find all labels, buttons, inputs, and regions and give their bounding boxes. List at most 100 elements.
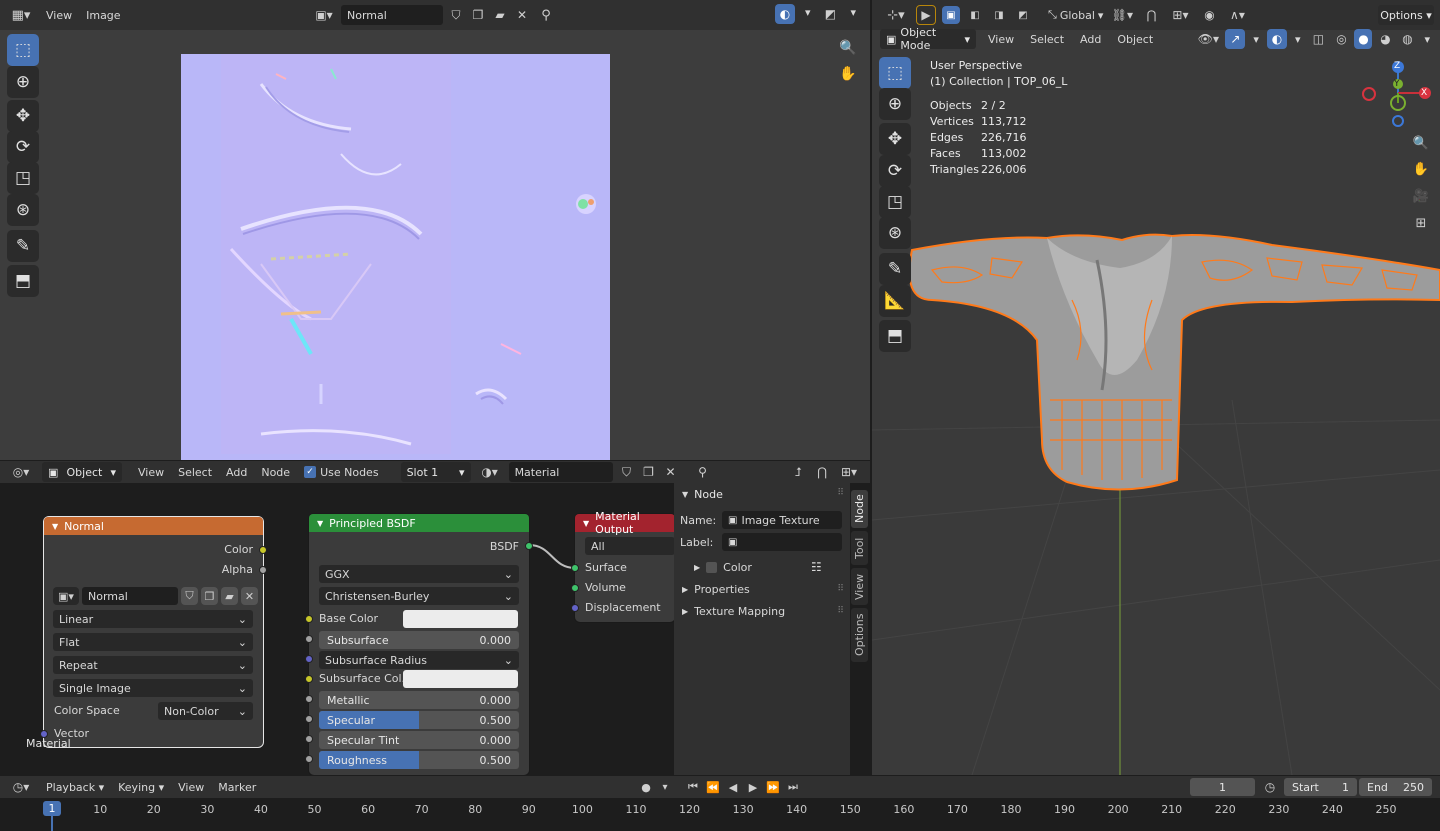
- timeline-menu-keying[interactable]: Keying ▾: [114, 779, 168, 796]
- extension-dropdown[interactable]: Repeat ⌄: [53, 656, 253, 674]
- output-bsdf-socket[interactable]: [525, 542, 533, 550]
- timeline-menu-marker[interactable]: Marker: [214, 779, 260, 796]
- node-label-field[interactable]: ▣: [722, 533, 842, 551]
- timeline-menu-playback[interactable]: Playback ▾: [42, 779, 108, 796]
- record-keyframe-icon[interactable]: ●: [636, 777, 656, 797]
- vp-measure-tool-icon[interactable]: 📐: [879, 285, 911, 317]
- timeline-editor-type-icon[interactable]: ◷▾: [6, 777, 36, 797]
- overlay-dropdown-icon[interactable]: ▾: [801, 4, 815, 24]
- gizmo-label-x[interactable]: X: [1421, 88, 1427, 98]
- channels-dropdown-icon[interactable]: ▾: [846, 4, 860, 24]
- node-unlink-icon[interactable]: ✕: [241, 587, 258, 605]
- material-output-node[interactable]: ▼ Material Output All Surface Volume Disp…: [571, 510, 675, 622]
- vp-rotate-tool-icon[interactable]: ⟳: [879, 155, 911, 187]
- node-image-name-field[interactable]: Normal: [82, 587, 178, 605]
- pin-icon[interactable]: ⚲: [535, 5, 557, 25]
- open-folder-icon[interactable]: ▰: [491, 5, 509, 25]
- duplicate-icon[interactable]: ❐: [469, 5, 487, 25]
- input-socket-specular[interactable]: [305, 715, 313, 723]
- input-socket-subsurface-color[interactable]: [305, 675, 313, 683]
- base-color-swatch[interactable]: [403, 610, 518, 628]
- pan-hand-icon[interactable]: ✋: [836, 62, 860, 86]
- tab-view[interactable]: View: [851, 568, 868, 605]
- color-subpanel[interactable]: ▶ Color: [694, 561, 752, 574]
- collapse-arrow-icon[interactable]: ▼: [317, 519, 323, 528]
- fake-user-shield-icon[interactable]: ⛉: [447, 5, 465, 25]
- metallic-slider[interactable]: Metallic 0.000: [319, 691, 519, 709]
- cursor-tool-icon[interactable]: ⊕: [7, 66, 39, 98]
- input-socket-subsurface[interactable]: [305, 635, 313, 643]
- editor-type-icon[interactable]: ▦▾: [6, 3, 36, 27]
- color-checkbox[interactable]: [706, 562, 718, 573]
- play-reverse-icon[interactable]: ◀: [724, 777, 742, 797]
- vp-camera-icon[interactable]: 🎥: [1409, 184, 1433, 208]
- select-tool-icon[interactable]: ⬚: [7, 34, 39, 66]
- playhead-frame-badge[interactable]: 1: [43, 801, 61, 816]
- jump-prev-keyframe-icon[interactable]: ⏪: [704, 777, 722, 797]
- vp-cursor-tool-icon[interactable]: ⊕: [879, 88, 911, 120]
- image-texture-node[interactable]: ▼ Normal Color Alpha ▣▾ Normal ⛉ ❐ ▰ ✕ Li…: [40, 517, 267, 747]
- auto-key-dropdown-icon[interactable]: ▾: [658, 777, 672, 797]
- vp-transform-tool-icon[interactable]: ⊛: [879, 217, 911, 249]
- gizmo-label-z[interactable]: Z: [1394, 61, 1400, 71]
- input-socket-base-color[interactable]: [305, 615, 313, 623]
- input-socket-roughness[interactable]: [305, 755, 313, 763]
- start-frame-field[interactable]: Start 1: [1284, 778, 1357, 796]
- collapse-arrow-icon[interactable]: ▼: [583, 519, 589, 528]
- play-icon[interactable]: ▶: [744, 777, 762, 797]
- display-channels-icon[interactable]: ◩: [820, 4, 840, 24]
- specular-tint-slider[interactable]: Specular Tint 0.000: [319, 731, 519, 749]
- image-browse-icon[interactable]: ▣▾: [311, 5, 337, 25]
- zoom-view-icon[interactable]: 🔍: [836, 36, 860, 60]
- sample-tool-icon[interactable]: ⬒: [7, 265, 39, 297]
- image-name-field[interactable]: Normal: [341, 5, 443, 25]
- input-socket-specular-tint[interactable]: [305, 735, 313, 743]
- output-target-dropdown[interactable]: All: [585, 537, 675, 555]
- interpolation-dropdown[interactable]: Linear ⌄: [53, 610, 253, 628]
- menu-image[interactable]: Image: [82, 7, 124, 24]
- vp-perspective-grid-icon[interactable]: ⊞: [1409, 211, 1433, 235]
- node-panel-header[interactable]: ▼ Node: [682, 488, 723, 501]
- end-frame-field[interactable]: End 250: [1359, 778, 1432, 796]
- panel-drag-handle-icon[interactable]: ⠿: [837, 488, 844, 498]
- distribution-dropdown[interactable]: GGX ⌄: [319, 565, 519, 583]
- vp-move-tool-icon[interactable]: ✥: [879, 123, 911, 155]
- output-color-socket[interactable]: [259, 546, 267, 554]
- node-fake-user-icon[interactable]: ⛉: [181, 587, 198, 605]
- texture-mapping-panel-header[interactable]: ▶ Texture Mapping: [682, 605, 785, 618]
- color-space-dropdown[interactable]: Non-Color ⌄: [158, 702, 253, 720]
- subsurface-color-swatch[interactable]: [403, 670, 518, 688]
- vp-pan-hand-icon[interactable]: ✋: [1409, 157, 1433, 181]
- bsdf-node-header[interactable]: ▼ Principled BSDF: [309, 514, 529, 532]
- overlay-toggle-icon[interactable]: ◐: [774, 4, 795, 24]
- move-tool-icon[interactable]: ✥: [7, 100, 39, 132]
- vp-annotate-tool-icon[interactable]: ✎: [879, 253, 911, 285]
- tab-node[interactable]: Node: [851, 490, 868, 528]
- timeline-menu-view[interactable]: View: [174, 779, 208, 796]
- scale-tool-icon[interactable]: ◳: [7, 162, 39, 194]
- input-socket-subsurface-radius[interactable]: [305, 655, 313, 663]
- input-socket-displacement[interactable]: [571, 604, 579, 612]
- output-node-header[interactable]: ▼ Material Output: [575, 510, 675, 536]
- annotate-tool-icon[interactable]: ✎: [7, 230, 39, 262]
- color-presets-icon[interactable]: ☷: [811, 560, 822, 574]
- vp-zoom-icon[interactable]: 🔍: [1409, 131, 1433, 155]
- tab-options[interactable]: Options: [851, 608, 868, 662]
- output-alpha-socket[interactable]: [259, 566, 267, 574]
- current-frame-field[interactable]: 1: [1190, 778, 1255, 796]
- input-socket-surface[interactable]: [571, 564, 579, 572]
- vp-scale-tool-icon[interactable]: ◳: [879, 186, 911, 218]
- jump-start-icon[interactable]: ⏮: [684, 777, 702, 797]
- panel-drag-handle-icon[interactable]: ⠿: [837, 606, 844, 616]
- preview-range-clock-icon[interactable]: ◷: [1260, 777, 1280, 797]
- subsurface-radius-dropdown[interactable]: Subsurface Radius ⌄: [319, 651, 519, 669]
- jump-end-icon[interactable]: ⏭: [784, 777, 802, 797]
- transform-tool-icon[interactable]: ⊛: [7, 194, 39, 226]
- vp-select-tool-icon[interactable]: ⬚: [879, 57, 911, 89]
- principled-bsdf-node[interactable]: ▼ Principled BSDF BSDF GGX ⌄ Christensen-B…: [305, 514, 533, 775]
- gizmo-label-y[interactable]: Y: [1394, 79, 1400, 89]
- subsurface-method-dropdown[interactable]: Christensen-Burley ⌄: [319, 587, 519, 605]
- unlink-close-icon[interactable]: ✕: [513, 5, 531, 25]
- menu-view[interactable]: View: [42, 7, 76, 24]
- tab-tool[interactable]: Tool: [851, 531, 868, 565]
